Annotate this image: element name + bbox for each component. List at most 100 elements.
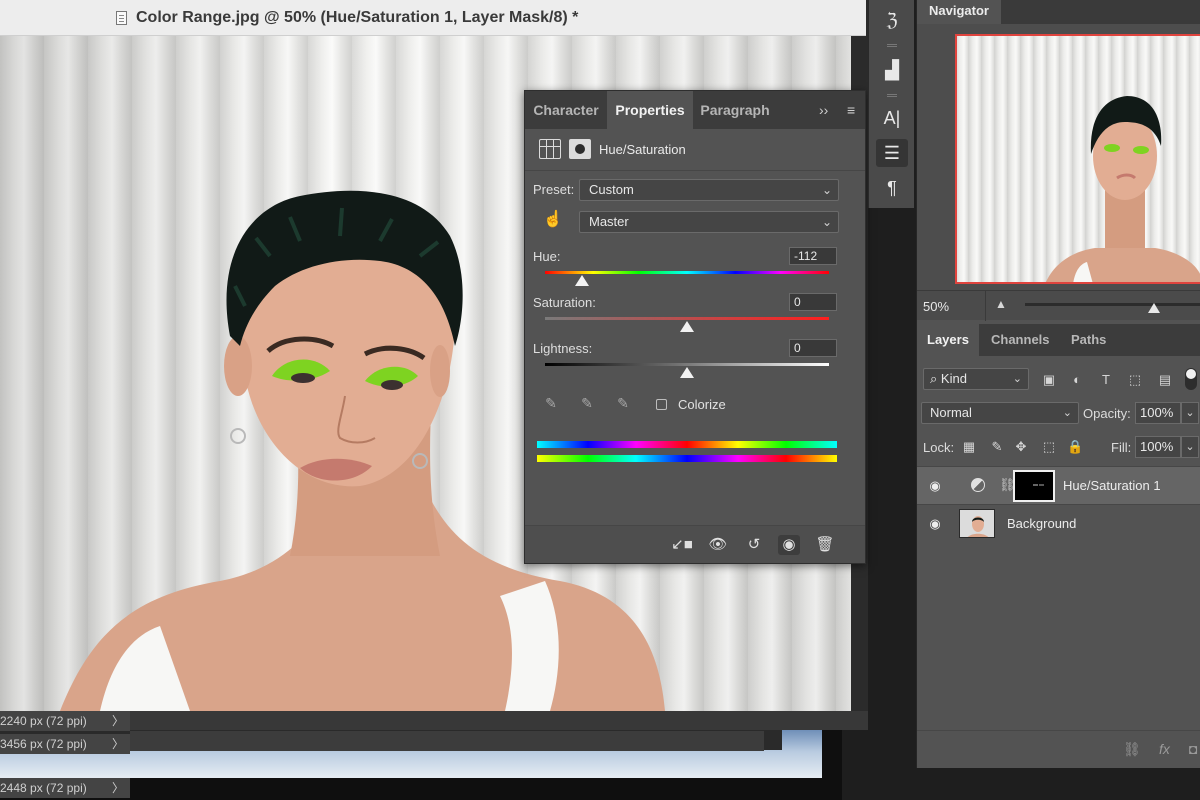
fx-icon[interactable]: fx — [1159, 741, 1170, 757]
zoom-slider-thumb[interactable] — [1148, 303, 1160, 313]
lightness-value-field[interactable]: 0 — [789, 339, 837, 357]
zoom-percentage[interactable]: 50% — [923, 299, 949, 314]
doc-size-label: 3456 px (72 ppi) — [0, 737, 87, 751]
navigator-preview[interactable] — [917, 24, 1200, 290]
blend-row: Normal ⌄ Opacity: 100% ⌄ — [917, 400, 1200, 426]
lock-all-icon[interactable]: 🔒 — [1067, 439, 1083, 455]
fill-chevron-icon[interactable]: ⌄ — [1181, 436, 1199, 458]
tab-properties[interactable]: Properties — [607, 91, 693, 129]
add-mask-icon[interactable]: ◘ — [1189, 741, 1197, 757]
hue-value-field[interactable]: -112 — [789, 247, 837, 265]
adjustments-icon[interactable]: ☰ — [876, 139, 908, 167]
layer-row-hue-saturation[interactable]: ◉ ⛓ Hue/Saturation 1 — [917, 466, 1200, 504]
strip-divider — [887, 94, 897, 97]
smart-object-filter-icon[interactable]: ▤ — [1157, 372, 1173, 388]
tab-paths[interactable]: Paths — [1061, 324, 1116, 356]
zoom-slider-track[interactable] — [1025, 303, 1200, 306]
pixel-layer-filter-icon[interactable]: ▣ — [1041, 372, 1057, 388]
eyedropper-subtract-icon[interactable]: ✎ — [613, 395, 633, 415]
lock-position-icon[interactable]: ✥ — [1013, 439, 1029, 455]
right-panels: Navigator 50% ▲ Layers Channels Paths ⌕ … — [916, 0, 1200, 768]
hue-label: Hue: — [533, 249, 561, 264]
hue-slider-thumb[interactable] — [574, 275, 589, 286]
view-previous-state-icon[interactable]: 👁 — [707, 535, 729, 555]
navigator-view-box[interactable] — [955, 34, 1200, 284]
layer-mask-thumbnail[interactable] — [1013, 470, 1055, 502]
layer-row-background[interactable]: ◉ Background — [917, 504, 1200, 542]
status-bar-doc-2-ext — [130, 731, 764, 751]
history-brush-icon[interactable]: ℨ — [876, 6, 908, 34]
filter-toggle[interactable] — [1185, 368, 1197, 390]
lock-transparent-icon[interactable]: ▦ — [961, 439, 977, 455]
zoom-out-icon[interactable]: ▲ — [995, 297, 1007, 311]
adjustment-layer-filter-icon[interactable]: ◐ — [1069, 372, 1085, 388]
document-tab[interactable]: Color Range.jpg @ 50% (Hue/Saturation 1,… — [0, 0, 866, 36]
collapse-panel-icon[interactable]: ›› — [819, 102, 828, 118]
layer-mask-icon[interactable] — [569, 139, 591, 159]
type-layer-filter-icon[interactable]: T — [1098, 372, 1114, 388]
reset-icon[interactable]: ↺ — [743, 535, 765, 555]
fill-label: Fill: — [1111, 440, 1132, 455]
panel-menu-icon[interactable]: ≡ — [847, 102, 855, 118]
hue-saturation-adjustment-icon — [971, 478, 985, 492]
opacity-field[interactable]: 100% — [1135, 402, 1181, 424]
lock-artboard-icon[interactable]: ⬚ — [1041, 439, 1057, 455]
colorize-checkbox[interactable] — [656, 399, 667, 410]
tab-paragraph[interactable]: Paragraph — [693, 91, 777, 129]
tab-layers[interactable]: Layers — [917, 324, 979, 356]
kind-value: Kind — [940, 371, 967, 386]
adjustment-title: Hue/Saturation — [599, 142, 686, 157]
properties-header: Hue/Saturation — [525, 129, 865, 171]
opacity-chevron-icon[interactable]: ⌄ — [1181, 402, 1199, 424]
eyedropper-add-icon[interactable]: ✎ — [577, 395, 597, 415]
status-bar-doc-3: 2448 px (72 ppi) 〉 — [0, 778, 130, 798]
status-bar-doc-1: 2240 px (72 ppi) 〉 — [0, 711, 130, 731]
blend-mode-value: Normal — [930, 405, 972, 420]
tab-channels[interactable]: Channels — [981, 324, 1060, 356]
doc-size-label: 2448 px (72 ppi) — [0, 781, 87, 795]
saturation-slider-thumb[interactable] — [680, 321, 694, 332]
trash-icon[interactable]: 🗑 — [814, 535, 836, 555]
eye-icon[interactable]: ◉ — [927, 478, 943, 494]
chevron-right-icon[interactable]: 〉 — [112, 778, 124, 798]
targeted-adjustment-hand-icon[interactable]: ☝ — [543, 209, 563, 229]
preset-value: Custom — [589, 182, 634, 197]
clip-to-layer-icon[interactable]: ↙■ — [671, 535, 693, 555]
hue-slider-track[interactable] — [545, 271, 829, 274]
chevron-right-icon[interactable]: 〉 — [112, 711, 124, 731]
histogram-icon[interactable]: ▟ — [876, 56, 908, 84]
chevron-right-icon[interactable]: 〉 — [112, 734, 124, 754]
lightness-slider-track[interactable] — [545, 363, 829, 366]
eyedropper-icon[interactable]: ✎ — [541, 395, 561, 415]
channel-dropdown[interactable]: Master ⌄ — [579, 211, 839, 233]
document-title: Color Range.jpg @ 50% (Hue/Saturation 1,… — [136, 9, 579, 26]
lightness-slider-thumb[interactable] — [680, 367, 694, 378]
navigator-zoom-bar: 50% ▲ — [917, 290, 1200, 321]
chevron-down-icon: ⌄ — [1062, 407, 1072, 419]
paragraph-icon[interactable]: ¶ — [876, 174, 908, 202]
tab-character[interactable]: Character — [525, 91, 607, 129]
doc-size-label: 2240 px (72 ppi) — [0, 714, 87, 728]
character-icon[interactable]: A| — [876, 104, 908, 132]
lock-image-icon[interactable]: ✎ — [989, 439, 1005, 455]
fill-field[interactable]: 100% — [1135, 436, 1181, 458]
shape-layer-filter-icon[interactable]: ⬚ — [1127, 372, 1143, 388]
saturation-value-field[interactable]: 0 — [789, 293, 837, 311]
adjustment-layer-icon[interactable] — [539, 139, 561, 159]
tab-navigator[interactable]: Navigator — [917, 0, 1001, 24]
toggle-visibility-icon[interactable]: ◉ — [778, 535, 800, 555]
properties-footer: ↙■ 👁 ↺ ◉ 🗑 — [525, 525, 865, 563]
blend-mode-dropdown[interactable]: Normal ⌄ — [921, 402, 1079, 424]
eye-icon[interactable]: ◉ — [927, 516, 943, 532]
lock-row: Lock: ▦ ✎ ✥ ⬚ 🔒 Fill: 100% ⌄ — [917, 434, 1200, 460]
saturation-label: Saturation: — [533, 295, 596, 310]
output-color-spectrum — [537, 455, 837, 462]
status-bar-doc-2: 3456 px (72 ppi) 〉 — [0, 734, 130, 754]
colorize-label: Colorize — [678, 397, 726, 412]
preset-dropdown[interactable]: Custom ⌄ — [579, 179, 839, 201]
link-layers-icon[interactable]: ⛓ — [1123, 741, 1141, 758]
saturation-slider-track[interactable] — [545, 317, 829, 320]
layer-name: Background — [1007, 516, 1077, 531]
kind-filter-dropdown[interactable]: ⌕ Kind ⌄ — [923, 368, 1029, 390]
navigator-tabbar: Navigator — [917, 0, 1200, 24]
